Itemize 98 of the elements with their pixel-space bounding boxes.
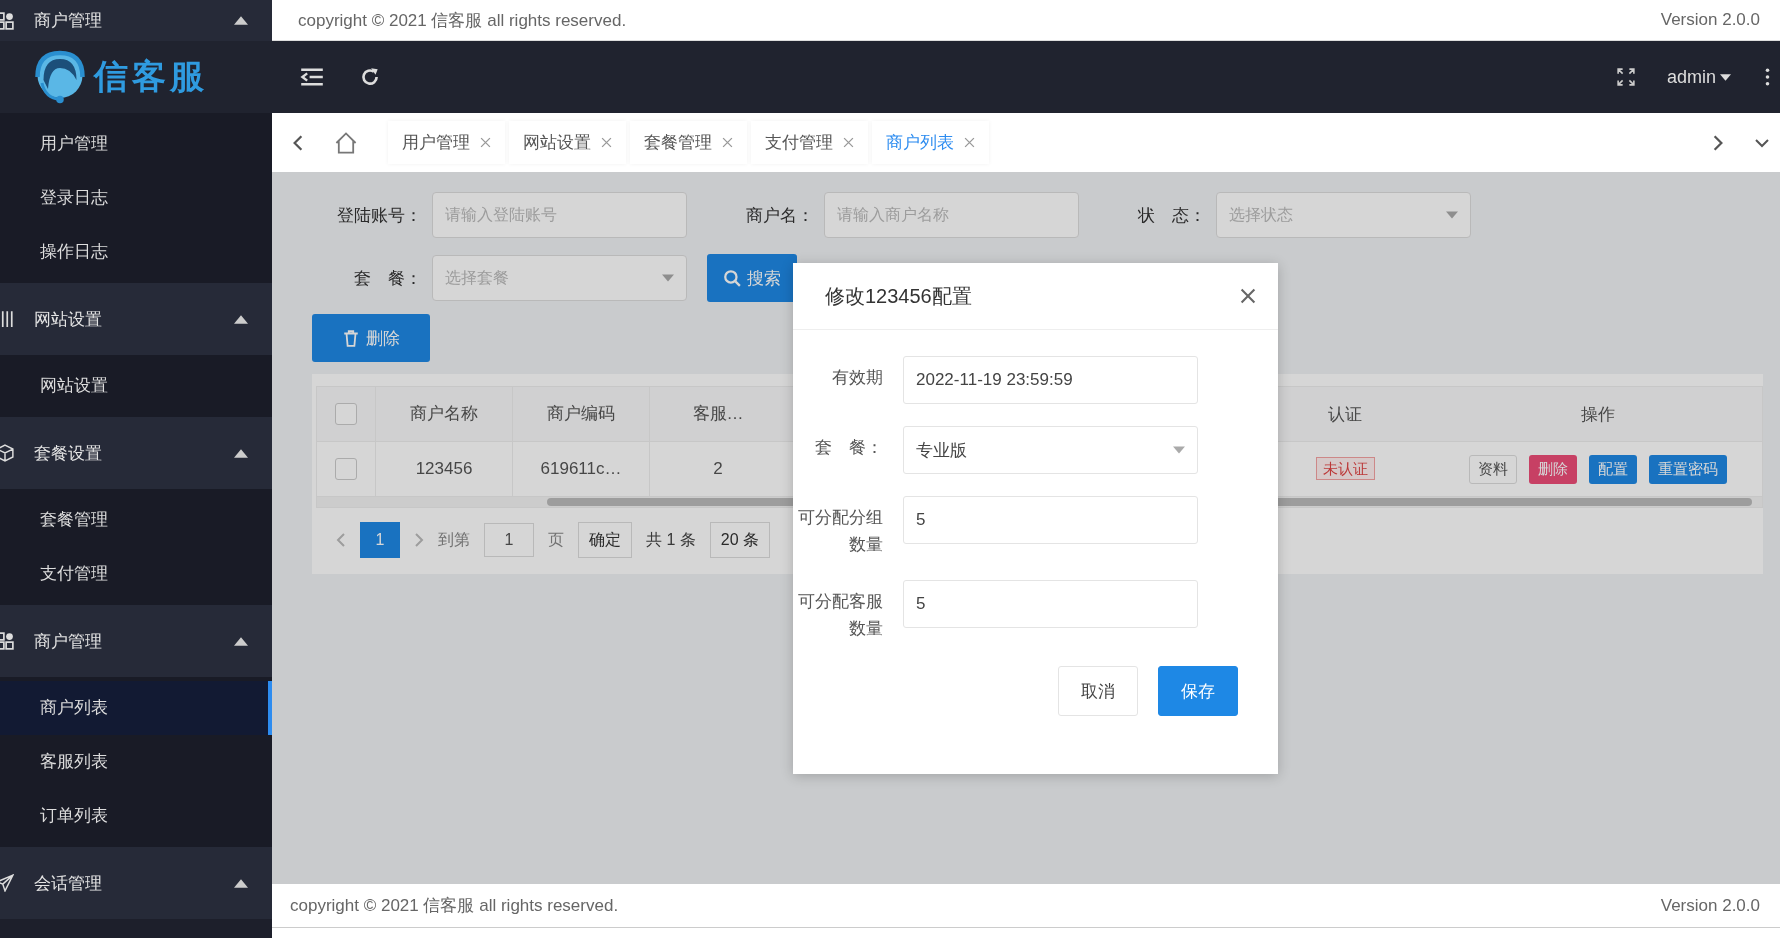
close-icon[interactable] (843, 137, 854, 148)
search-icon (723, 269, 741, 287)
field-label: 可分配客服数量 (797, 591, 883, 640)
chevron-down-icon[interactable] (1754, 137, 1770, 148)
caret-icon (1720, 73, 1731, 81)
caret-icon (1173, 446, 1185, 454)
sidebar-group[interactable]: 网站设置 (0, 283, 272, 355)
chevron-right-icon[interactable] (1712, 133, 1724, 152)
table-cell: 2 (649, 442, 786, 496)
action-button[interactable]: 重置密码 (1649, 454, 1727, 484)
group-label: 商户管理 (34, 630, 103, 653)
input-field[interactable]: 5 (903, 496, 1198, 544)
filter-label: 商户名： (745, 204, 814, 227)
sidebar-group[interactable]: 会话管理 (0, 847, 272, 919)
tab-label: 商户列表 (886, 132, 954, 154)
fullscreen-icon[interactable] (1616, 68, 1635, 86)
grid-icon (0, 632, 14, 650)
field-label: 套 餐： (814, 437, 883, 459)
sidebar-group[interactable]: 商户管理 (0, 0, 272, 41)
goto-label: 到第 (438, 529, 470, 550)
dialog-button[interactable]: 取消 (1058, 666, 1138, 716)
cube-icon (0, 444, 14, 462)
action-button[interactable]: 配置 (1589, 454, 1637, 484)
close-icon[interactable] (601, 137, 612, 148)
close-icon[interactable] (480, 137, 491, 148)
input-field[interactable]: 请输入商户名称 (824, 192, 1079, 238)
paper-plane-icon (0, 874, 14, 892)
copyright-text: copyright © 2021 信客服 all rights reserved. (290, 895, 619, 917)
columns-icon (0, 310, 14, 328)
sidebar-item[interactable]: 客服列表 (0, 735, 272, 789)
menu-icon[interactable] (300, 66, 324, 88)
table-cell: 123456 (375, 442, 512, 496)
chevron-left-icon[interactable] (292, 133, 304, 152)
tab-label: 套餐管理 (644, 132, 712, 154)
field-label: 可分配分组数量 (797, 507, 883, 556)
tab-label: 网站设置 (523, 132, 591, 154)
tab[interactable]: 套餐管理 (630, 121, 747, 164)
sidebar-group[interactable]: 套餐设置 (0, 417, 272, 489)
column-header: 商户编码 (512, 387, 649, 441)
group-label: 会话管理 (34, 872, 103, 895)
sidebar-item[interactable]: 支付管理 (0, 547, 272, 601)
page-size-select[interactable]: 20 条 (709, 522, 771, 558)
user-menu[interactable]: admin (1662, 62, 1735, 92)
tab[interactable]: 商户列表 (872, 121, 989, 164)
column-header: 客服… (649, 387, 786, 441)
version-text: Version 2.0.0 (1660, 10, 1760, 30)
caret-icon (662, 274, 674, 282)
dialog-title: 修改123456配置 (825, 283, 972, 309)
grid-icon (0, 11, 14, 30)
sidebar-item[interactable]: 套餐管理 (0, 493, 272, 547)
total-count: 共 1 条 (646, 529, 696, 550)
home-icon[interactable] (334, 130, 358, 155)
tab[interactable]: 用户管理 (388, 121, 505, 164)
sidebar-item[interactable]: 订单列表 (0, 789, 272, 843)
more-icon[interactable] (1765, 68, 1770, 86)
filter-label: 状 态： (1137, 204, 1206, 227)
dialog-button[interactable]: 保存 (1158, 666, 1238, 716)
column-header: 认证 (1327, 403, 1363, 426)
close-icon[interactable] (1240, 288, 1256, 304)
group-label: 商户管理 (34, 10, 103, 32)
column-header: 操作 (1580, 403, 1616, 426)
delete-button[interactable]: 删除 (312, 314, 430, 362)
search-button[interactable]: 搜索 (707, 254, 797, 302)
filter-label: 登陆账号： (336, 204, 422, 227)
copyright-text: copyright © 2021 信客服 all rights reserved. (298, 9, 627, 32)
version-text: Version 2.0.0 (1660, 895, 1760, 916)
logo-text: 信客服 (94, 56, 208, 97)
checkbox[interactable] (335, 403, 357, 425)
input-field[interactable]: 2022-11-19 23:59:59 (903, 356, 1198, 404)
page-unit: 页 (548, 529, 564, 550)
sidebar-item[interactable]: 操作日志 (0, 225, 272, 279)
tab[interactable]: 网站设置 (509, 121, 626, 164)
select-field[interactable]: 专业版 (903, 426, 1198, 474)
sidebar-item[interactable]: 登录日志 (0, 171, 272, 225)
input-field[interactable]: 请输入登陆账号 (432, 192, 687, 238)
status-tag: 未认证 (1315, 457, 1375, 480)
input-field[interactable]: 5 (903, 580, 1198, 628)
close-icon[interactable] (964, 137, 975, 148)
page-button[interactable]: 1 (360, 522, 400, 558)
field-label: 有效期 (831, 367, 883, 389)
sidebar-item[interactable]: 商户列表 (0, 681, 272, 735)
page-input[interactable]: 1 (484, 523, 534, 557)
column-header: 商户名称 (375, 387, 512, 441)
filter-label: 套 餐： (353, 267, 422, 290)
trash-icon (342, 329, 360, 347)
tab[interactable]: 支付管理 (751, 121, 868, 164)
group-label: 套餐设置 (34, 442, 103, 465)
close-icon[interactable] (722, 137, 733, 148)
action-button[interactable]: 资料 (1469, 454, 1517, 484)
group-label: 网站设置 (34, 308, 103, 331)
tab-label: 支付管理 (765, 132, 833, 154)
confirm-button[interactable]: 确定 (578, 522, 632, 558)
tab-label: 用户管理 (402, 132, 470, 154)
table-cell: 619611c… (512, 442, 649, 496)
caret-icon (1446, 211, 1458, 219)
sidebar-group[interactable]: 商户管理 (0, 605, 272, 677)
checkbox[interactable] (335, 458, 357, 480)
sidebar-item[interactable]: 用户管理 (0, 117, 272, 171)
